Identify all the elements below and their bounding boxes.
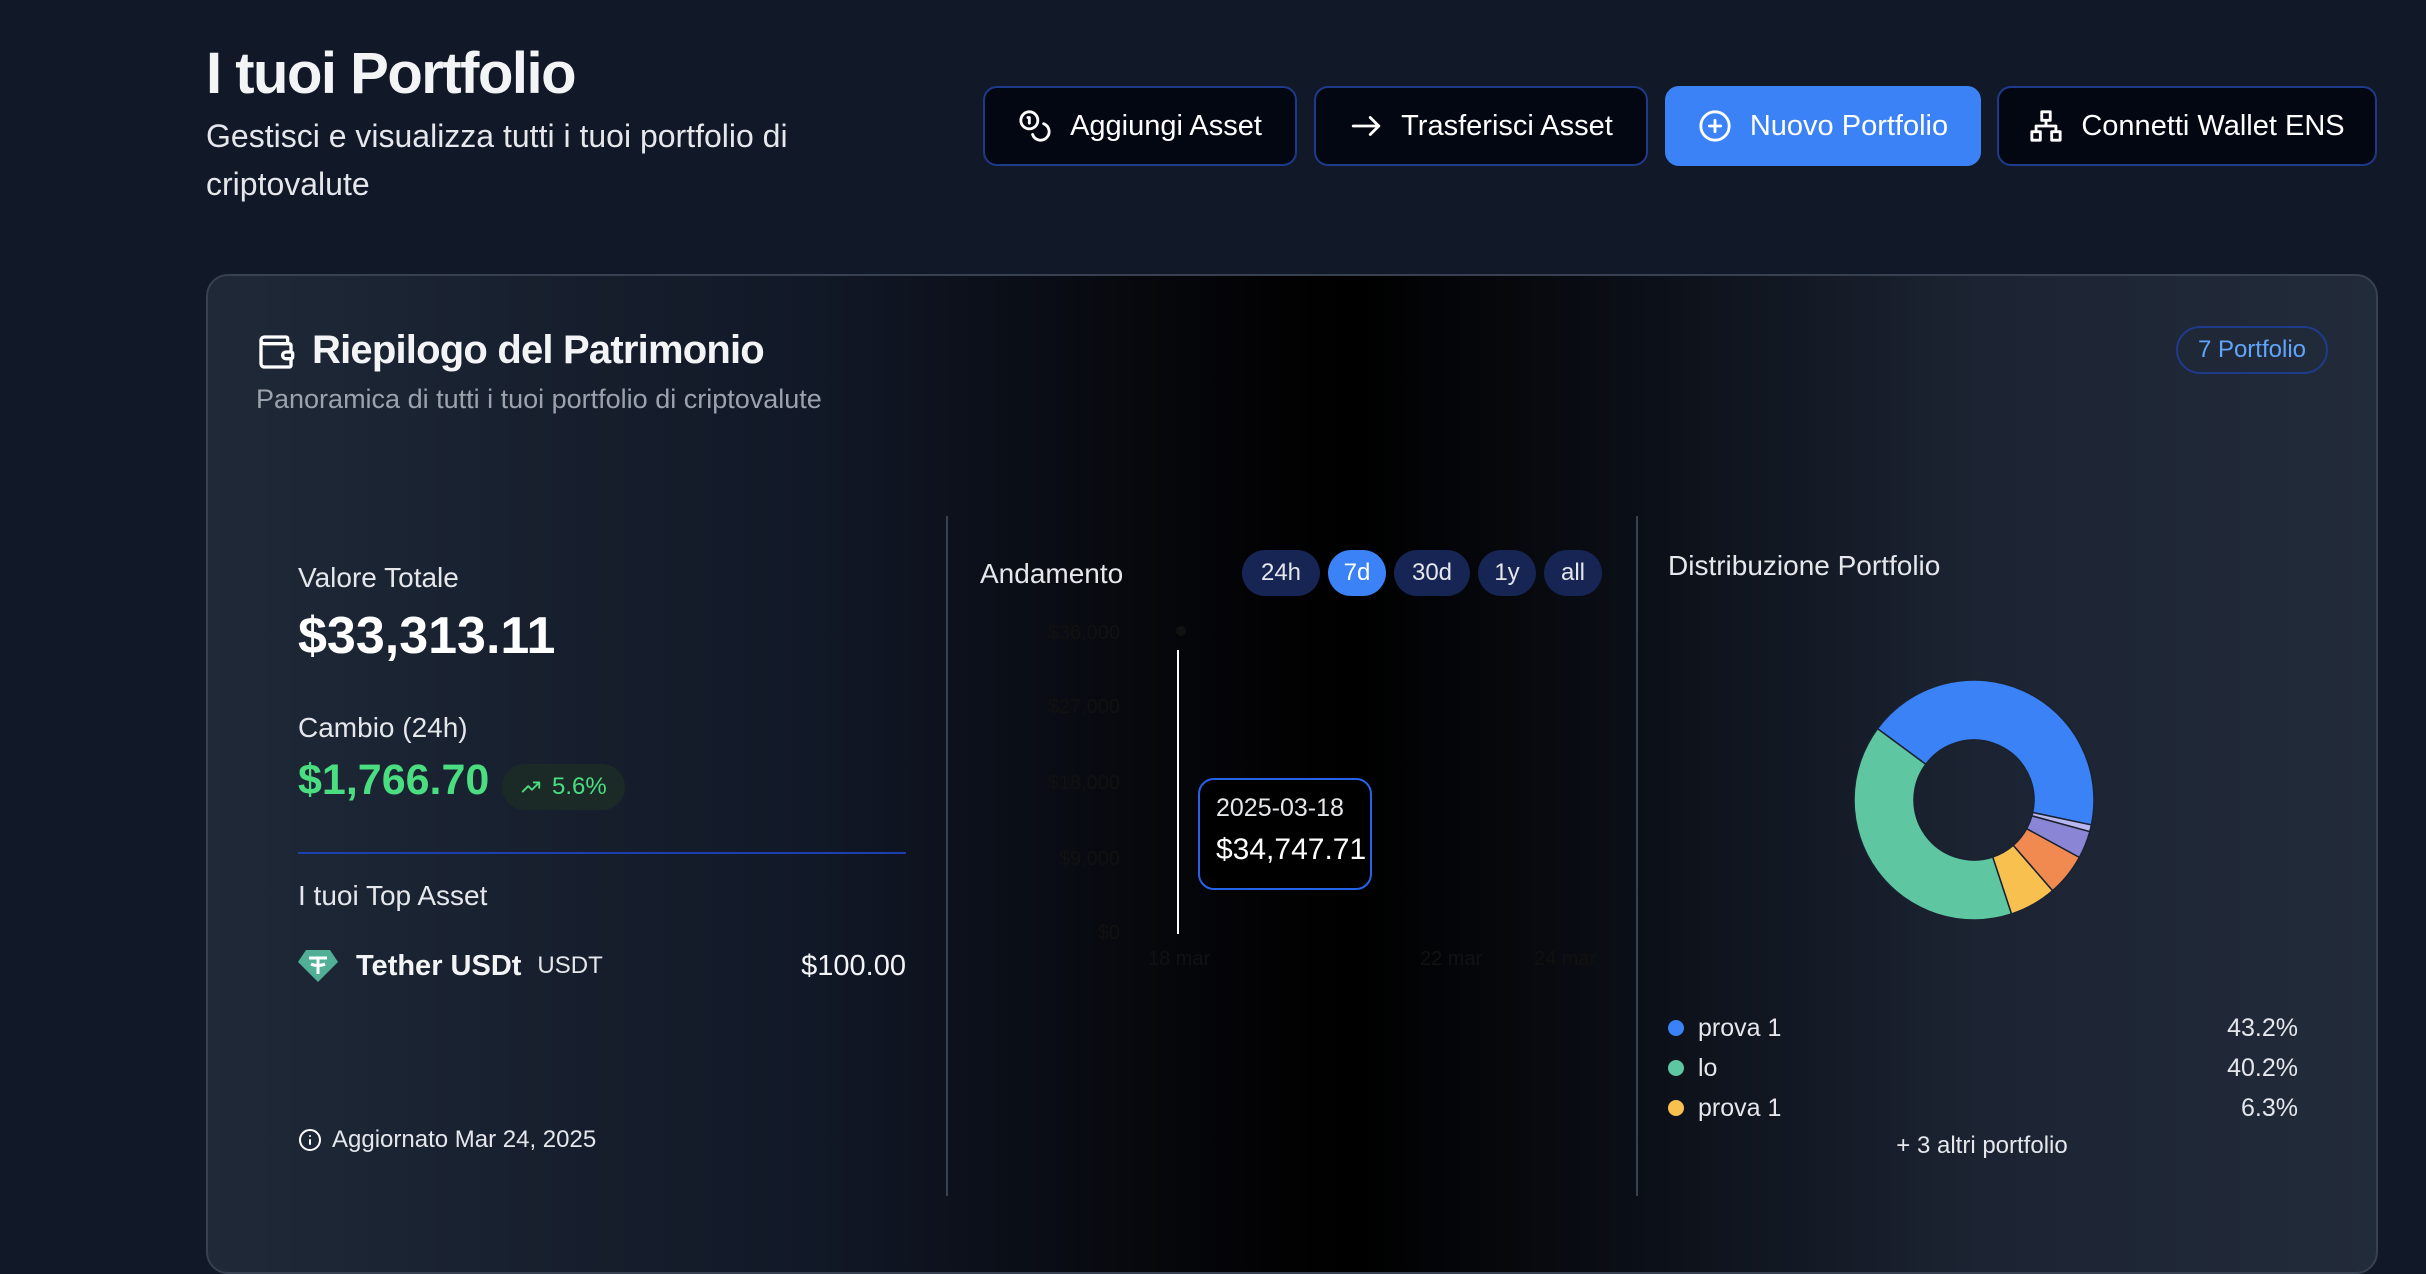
trend-title: Andamento xyxy=(980,558,1124,589)
change-pct-badge: 5.6% xyxy=(502,764,625,810)
summary-title: Riepilogo del Patrimonio xyxy=(312,328,765,372)
legend-pct: 40.2% xyxy=(2227,1053,2298,1082)
portfolio-count-badge: 7 Portfolio xyxy=(2175,326,2328,374)
chart-tooltip: 2025-03-18 $34,747.71 xyxy=(1198,778,1372,890)
legend-item: lo 40.2% xyxy=(1668,1050,2298,1086)
transfer-asset-button[interactable]: Trasferisci Asset xyxy=(1314,86,1648,166)
legend-dot xyxy=(1668,1020,1684,1036)
top-assets-label: I tuoi Top Asset xyxy=(298,880,488,911)
tooltip-value: $34,747.71 xyxy=(1216,833,1367,866)
range-24h-button[interactable]: 24h xyxy=(1242,550,1320,596)
y-tick-label: $18,000 xyxy=(1047,772,1120,794)
range-7d-button[interactable]: 7d xyxy=(1328,550,1386,596)
new-portfolio-label: Nuovo Portfolio xyxy=(1749,109,1949,142)
change-label: Cambio (24h) xyxy=(298,712,468,743)
trending-up-icon xyxy=(521,781,541,793)
tether-icon xyxy=(298,950,338,982)
legend-name: prova 1 xyxy=(1698,1093,1782,1122)
top-asset-row[interactable]: Tether USDt USDT $100.00 xyxy=(298,944,906,988)
total-value: $33,313.11 xyxy=(298,607,556,665)
legend-item: prova 1 43.2% xyxy=(1668,1010,2298,1046)
x-tick-label: 24 mar xyxy=(1534,948,1597,970)
y-tick-label: $27,000 xyxy=(1047,696,1120,718)
page-title: I tuoi Portfolio xyxy=(206,41,577,106)
wallet-icon xyxy=(259,335,295,369)
range-30d-button[interactable]: 30d xyxy=(1394,550,1470,596)
x-tick-label: 18 mar xyxy=(1148,948,1211,970)
updated-info: Aggiornato Mar 24, 2025 xyxy=(298,1126,596,1154)
page-subtitle: Gestisci e visualizza tutti i tuoi portf… xyxy=(206,118,788,202)
connect-wallet-button[interactable]: Connetti Wallet ENS xyxy=(1997,86,2377,166)
more-portfolios-link[interactable]: + 3 altri portfolio xyxy=(1882,1132,2082,1160)
y-tick-label: $0 xyxy=(1097,922,1120,944)
arrow-right-icon xyxy=(1352,116,1381,136)
distribution-donut-chart xyxy=(1853,679,2095,921)
asset-name: Tether USDt xyxy=(356,949,522,982)
asset-value: $100.00 xyxy=(801,949,906,982)
tooltip-date: 2025-03-18 xyxy=(1216,794,1344,822)
y-tick-label: $36,000 xyxy=(1047,622,1120,644)
chart-data-point[interactable] xyxy=(1176,626,1186,636)
summary-subtitle: Panoramica di tutti i tuoi portfolio di … xyxy=(256,384,822,414)
legend-name: lo xyxy=(1698,1053,1718,1082)
total-value-label: Valore Totale xyxy=(298,562,459,593)
coins-icon xyxy=(1019,110,1051,142)
section-divider xyxy=(298,852,906,854)
legend-dot xyxy=(1668,1100,1684,1116)
connect-wallet-label: Connetti Wallet ENS xyxy=(2081,109,2345,142)
legend-dot xyxy=(1668,1060,1684,1076)
range-all-button[interactable]: all xyxy=(1544,550,1602,596)
x-tick-label: 22 mar xyxy=(1420,948,1483,970)
legend-pct: 6.3% xyxy=(2241,1093,2298,1122)
distribution-title: Distribuzione Portfolio xyxy=(1668,550,1941,581)
y-tick-label: $9,000 xyxy=(1058,848,1120,870)
add-asset-button[interactable]: Aggiungi Asset xyxy=(983,86,1297,166)
column-divider-left xyxy=(946,516,948,1196)
updated-text: Aggiornato Mar 24, 2025 xyxy=(332,1126,597,1153)
range-1y-button[interactable]: 1y xyxy=(1478,550,1536,596)
chart-hover-line xyxy=(1177,650,1179,934)
new-portfolio-button[interactable]: Nuovo Portfolio xyxy=(1665,86,1981,166)
transfer-asset-label: Trasferisci Asset xyxy=(1401,109,1613,142)
info-icon xyxy=(299,1129,321,1151)
change-value: $1,766.70 xyxy=(298,756,490,804)
plus-circle-icon xyxy=(1699,110,1731,142)
legend-pct: 43.2% xyxy=(2227,1013,2298,1042)
legend-name: prova 1 xyxy=(1698,1013,1782,1042)
add-asset-label: Aggiungi Asset xyxy=(1070,109,1262,142)
change-pct: 5.6% xyxy=(552,773,607,800)
column-divider-right xyxy=(1636,516,1638,1196)
asset-symbol: USDT xyxy=(537,952,603,979)
legend-item: prova 1 6.3% xyxy=(1668,1090,2298,1126)
network-icon xyxy=(2030,110,2062,142)
